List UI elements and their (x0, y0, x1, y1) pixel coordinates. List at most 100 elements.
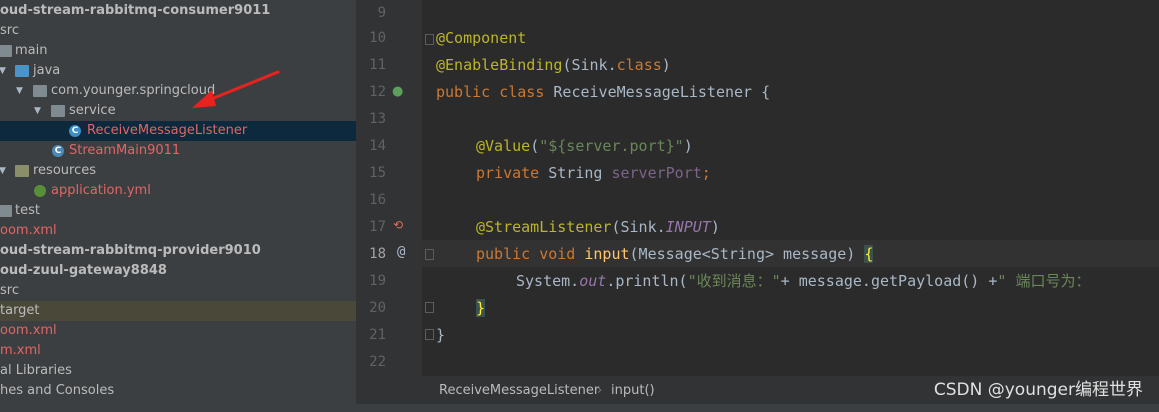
fold-marker-icon[interactable] (425, 249, 434, 260)
code-line-18[interactable]: public void input(Message<String> messag… (476, 241, 874, 268)
red-annotation-arrow-icon (192, 70, 280, 108)
annotation: @Value (476, 137, 531, 155)
code-text: System. (516, 272, 580, 290)
spring-listener-gutter-icon[interactable]: ⟲ (393, 218, 403, 232)
tree-item-src[interactable]: src (0, 281, 356, 301)
spring-boot-class-icon: C (52, 145, 64, 157)
tree-item-pom-xml[interactable]: oom.xml (0, 321, 356, 341)
line-number: 13 (369, 111, 386, 127)
package-icon (33, 85, 47, 97)
code-line-17[interactable]: @StreamListener(Sink.INPUT) (476, 214, 720, 241)
tree-item-label: application.yml (51, 183, 151, 198)
code-text: ) (710, 218, 720, 236)
string-literal: " 端口号为： (997, 272, 1091, 290)
tree-item-root-pom-xml[interactable]: m.xml (0, 341, 356, 361)
line-number: 20 (369, 300, 386, 316)
code-text: ) (661, 56, 671, 74)
tree-item-label: main (15, 43, 48, 58)
tree-item-label: ReceiveMessageListener (87, 123, 248, 138)
code-text: .println( (606, 272, 688, 290)
tree-item-label: src (0, 283, 19, 298)
tree-item-label: java (33, 63, 61, 78)
tree-item-scratches[interactable]: hes and Consoles (0, 381, 356, 401)
expand-arrow-icon[interactable]: ▼ (34, 101, 41, 121)
tree-item-provider-module[interactable]: oud-stream-rabbitmq-provider9010 (0, 241, 356, 261)
fold-marker-icon[interactable] (425, 34, 434, 45)
tree-item-label: hes and Consoles (0, 383, 115, 398)
tree-item-label: oom.xml (0, 223, 57, 238)
method-name: input (584, 245, 630, 263)
tree-item-label: resources (33, 163, 97, 178)
code-text: + message.getPayload() + (780, 272, 998, 290)
code-line-20[interactable]: } (476, 295, 486, 322)
code-line-10[interactable]: @Component (436, 25, 526, 52)
tree-item-label: StreamMain9011 (69, 143, 181, 158)
line-number: 9 (377, 5, 386, 21)
code-text: } (436, 326, 446, 344)
tree-item-resources[interactable]: ▼ resources (0, 161, 356, 181)
tree-item-target[interactable]: target (0, 301, 356, 321)
tree-item-label: oud-stream-rabbitmq-provider9010 (0, 243, 261, 258)
tree-item-application-yml[interactable]: application.yml (0, 181, 356, 201)
semicolon: ; (701, 164, 711, 182)
line-number-current: 18 (369, 246, 386, 262)
tree-item-service[interactable]: ▼ service (0, 101, 356, 121)
line-number: 22 (369, 354, 386, 370)
keyword: public void (476, 245, 576, 263)
expand-arrow-icon[interactable]: ▼ (0, 161, 6, 181)
breadcrumb-item-method[interactable]: input() (611, 377, 655, 405)
string-literal: "${server.port}" (539, 137, 684, 155)
annotation: @Component (436, 29, 527, 47)
breadcrumb-separator-icon: › (597, 383, 603, 398)
package-icon (51, 105, 65, 117)
tree-item-label: oud-stream-rabbitmq-consumer9011 (0, 3, 271, 18)
expand-arrow-icon[interactable]: ▼ (0, 61, 6, 81)
string-literal: "收到消息：" (687, 272, 781, 290)
tree-item-label: oud-zuul-gateway8848 (0, 263, 167, 278)
implements-gutter-icon[interactable]: @ (397, 244, 405, 260)
tree-item-consumer-module[interactable]: oud-stream-rabbitmq-consumer9011 (0, 1, 356, 21)
line-number: 12 (369, 84, 386, 100)
tree-item-external-libraries[interactable]: al Libraries (0, 361, 356, 381)
class-icon: C (69, 125, 81, 137)
tree-item-label: oom.xml (0, 323, 57, 338)
keyword: private (476, 164, 540, 182)
breadcrumb-item-class[interactable]: ReceiveMessageListener (439, 377, 599, 405)
tree-item-zuul-module[interactable]: oud-zuul-gateway8848 (0, 261, 356, 281)
tree-item-test[interactable]: test (0, 201, 356, 221)
tree-item-java[interactable]: ▼ java (0, 61, 356, 81)
code-text: ReceiveMessageListener { (544, 83, 771, 101)
tree-item-src[interactable]: src (0, 21, 356, 41)
tree-item-package[interactable]: ▼ com.younger.springcloud (0, 81, 356, 101)
code-line-12[interactable]: public class ReceiveMessageListener { (436, 79, 770, 106)
spring-bean-gutter-icon[interactable]: ● (392, 84, 403, 99)
tree-item-stream-main[interactable]: C StreamMain9011 (0, 141, 356, 161)
code-line-11[interactable]: @EnableBinding(Sink.class) (436, 52, 671, 79)
folder-icon (0, 205, 12, 217)
code-line-14[interactable]: @Value("${server.port}") (476, 133, 693, 160)
tree-item-label: test (15, 203, 40, 218)
field-name: serverPort (611, 164, 702, 182)
fold-marker-icon[interactable] (425, 329, 434, 340)
tree-item-pom-xml[interactable]: oom.xml (0, 221, 356, 241)
line-number: 21 (369, 327, 386, 343)
line-number: 14 (369, 138, 386, 154)
expand-arrow-icon[interactable]: ▼ (16, 81, 23, 101)
code-text: ( (530, 137, 540, 155)
code-text: (Message<String> message) (629, 245, 865, 263)
fold-marker-icon[interactable] (425, 302, 434, 313)
tree-item-main[interactable]: main (0, 41, 356, 61)
matched-brace: } (476, 299, 486, 317)
line-number: 10 (369, 30, 386, 46)
code-line-19[interactable]: System.out.println("收到消息："+ message.getP… (516, 268, 1090, 295)
static-field: out (579, 272, 607, 290)
static-constant: INPUT (665, 218, 711, 236)
yaml-file-icon (34, 185, 46, 197)
tree-item-receive-message-listener[interactable]: C ReceiveMessageListener (0, 121, 356, 141)
line-number: 17 (369, 219, 386, 235)
tree-item-label: src (0, 23, 19, 38)
code-line-15[interactable]: private String serverPort; (476, 160, 711, 187)
line-number: 16 (369, 192, 386, 208)
code-line-21[interactable]: } (436, 322, 445, 349)
matched-brace: { (864, 245, 874, 263)
